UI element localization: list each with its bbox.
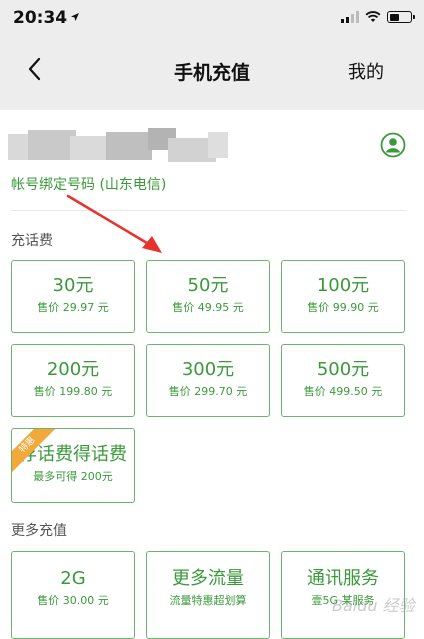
price-label: 售价 499.50 元: [303, 385, 383, 398]
phone-number-blurred: [8, 128, 228, 166]
price-label: 售价 99.90 元: [307, 301, 379, 314]
status-icons: [341, 11, 415, 23]
wifi-icon: [365, 11, 381, 22]
recharge-option-30[interactable]: 30元 售价 29.97 元: [11, 260, 135, 333]
option-title: 更多流量: [172, 568, 244, 589]
price-label: 售价 199.80 元: [33, 385, 113, 398]
more-option-2g[interactable]: 2G 售价 30.00 元: [11, 551, 135, 639]
more-option-data[interactable]: 更多流量 流量特惠超划算: [146, 551, 270, 639]
amount-label: 500元: [316, 359, 370, 380]
location-arrow-icon: [71, 13, 79, 21]
amount-label: 50元: [187, 275, 229, 296]
contacts-icon[interactable]: [380, 132, 406, 158]
amount-label: 200元: [46, 359, 100, 380]
price-label: 售价 299.70 元: [168, 385, 248, 398]
top-bar: 20:34 手机充值 我的: [0, 0, 424, 110]
amount-label: 100元: [316, 275, 370, 296]
price-label: 售价 29.97 元: [37, 301, 109, 314]
amount-label: 30元: [52, 275, 94, 296]
status-time: 20:34: [13, 8, 68, 28]
recharge-option-100[interactable]: 100元 售价 99.90 元: [281, 260, 405, 333]
recharge-section-title: 充话费: [11, 233, 53, 249]
more-section-title: 更多充值: [11, 523, 67, 539]
recharge-option-500[interactable]: 500元 售价 499.50 元: [281, 344, 405, 417]
option-subtitle: 售价 30.00 元: [37, 594, 109, 607]
signal-icon: [341, 11, 359, 23]
amount-label: 300元: [181, 359, 235, 380]
price-label: 售价 49.95 元: [172, 301, 244, 314]
promo-deposit-card[interactable]: 特惠 存话费得话费 最多可得 200元: [11, 428, 135, 503]
recharge-option-200[interactable]: 200元 售价 199.80 元: [11, 344, 135, 417]
battery-icon: [387, 11, 415, 23]
option-title: 2G: [60, 568, 86, 589]
watermark: Baidu 经验: [332, 596, 415, 615]
promo-subtitle: 最多可得 200元: [33, 470, 113, 483]
option-title: 通讯服务: [307, 568, 379, 589]
option-subtitle: 流量特惠超划算: [169, 594, 247, 607]
annotation-arrow-icon: [66, 194, 162, 253]
recharge-option-50[interactable]: 50元 售价 49.95 元: [146, 260, 270, 333]
recharge-option-300[interactable]: 300元 售价 299.70 元: [146, 344, 270, 417]
my-link[interactable]: 我的: [348, 58, 384, 84]
